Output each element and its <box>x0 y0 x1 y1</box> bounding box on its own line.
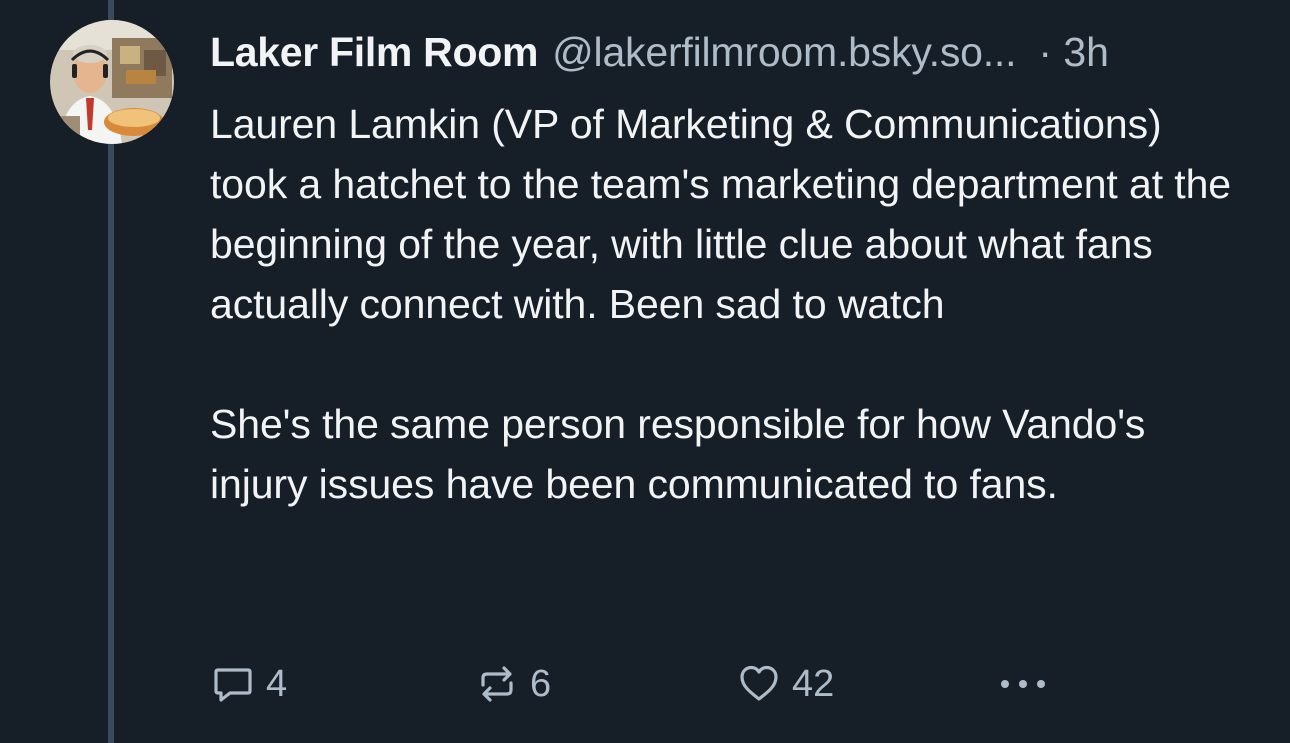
more-icon <box>996 661 1050 707</box>
like-count: 42 <box>792 663 835 705</box>
repost-icon <box>474 661 520 707</box>
author-handle[interactable]: @lakerfilmroom.bsky.so... <box>552 24 1016 80</box>
reply-icon <box>210 661 256 707</box>
post-actions: 4 6 42 <box>210 656 1110 712</box>
like-button[interactable]: 42 <box>736 656 834 712</box>
reply-button[interactable]: 4 <box>210 656 287 712</box>
post-paragraph: She's the same person responsible for ho… <box>210 401 1146 507</box>
post-paragraph: Lauren Lamkin (VP of Marketing & Communi… <box>210 101 1231 327</box>
more-options-button[interactable] <box>996 656 1050 712</box>
post-timestamp[interactable]: · 3h <box>1038 24 1109 80</box>
post-text: Lauren Lamkin (VP of Marketing & Communi… <box>210 94 1240 514</box>
post-header: Laker Film Room @lakerfilmroom.bsky.so..… <box>210 24 1260 80</box>
reply-count: 4 <box>266 663 288 705</box>
profile-photo <box>50 20 174 144</box>
repost-button[interactable]: 6 <box>474 656 551 712</box>
avatar[interactable] <box>50 20 174 144</box>
heart-icon <box>736 661 782 707</box>
repost-count: 6 <box>530 663 552 705</box>
author-display-name[interactable]: Laker Film Room <box>210 24 538 80</box>
